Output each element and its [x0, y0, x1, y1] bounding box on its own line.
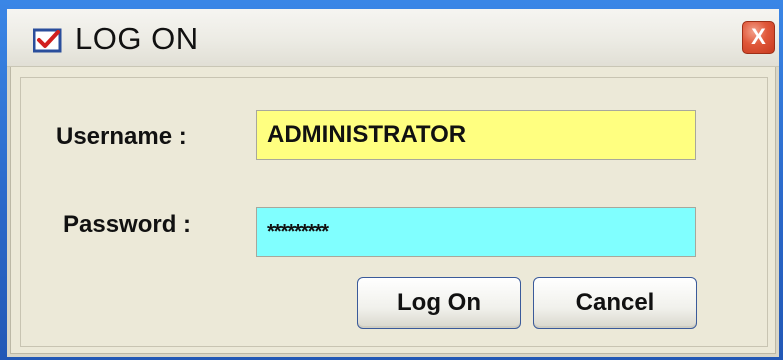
title-bar[interactable]: LOG ON X [7, 9, 779, 67]
password-label: Password : [63, 211, 192, 238]
username-label: Username : [56, 123, 187, 150]
logon-dialog: LOG ON X Username : ADMINISTRATOR Passwo… [7, 9, 779, 357]
form-panel: Username : ADMINISTRATOR Password : ****… [20, 77, 768, 347]
username-input[interactable]: ADMINISTRATOR [256, 110, 696, 160]
cancel-button[interactable]: Cancel [533, 277, 697, 329]
password-input[interactable]: ********* [256, 207, 696, 257]
close-button[interactable]: X [742, 21, 775, 54]
close-icon: X [751, 24, 766, 49]
checkbox-check-icon [33, 28, 62, 53]
window-title: LOG ON [75, 21, 199, 56]
logon-button[interactable]: Log On [357, 277, 521, 329]
